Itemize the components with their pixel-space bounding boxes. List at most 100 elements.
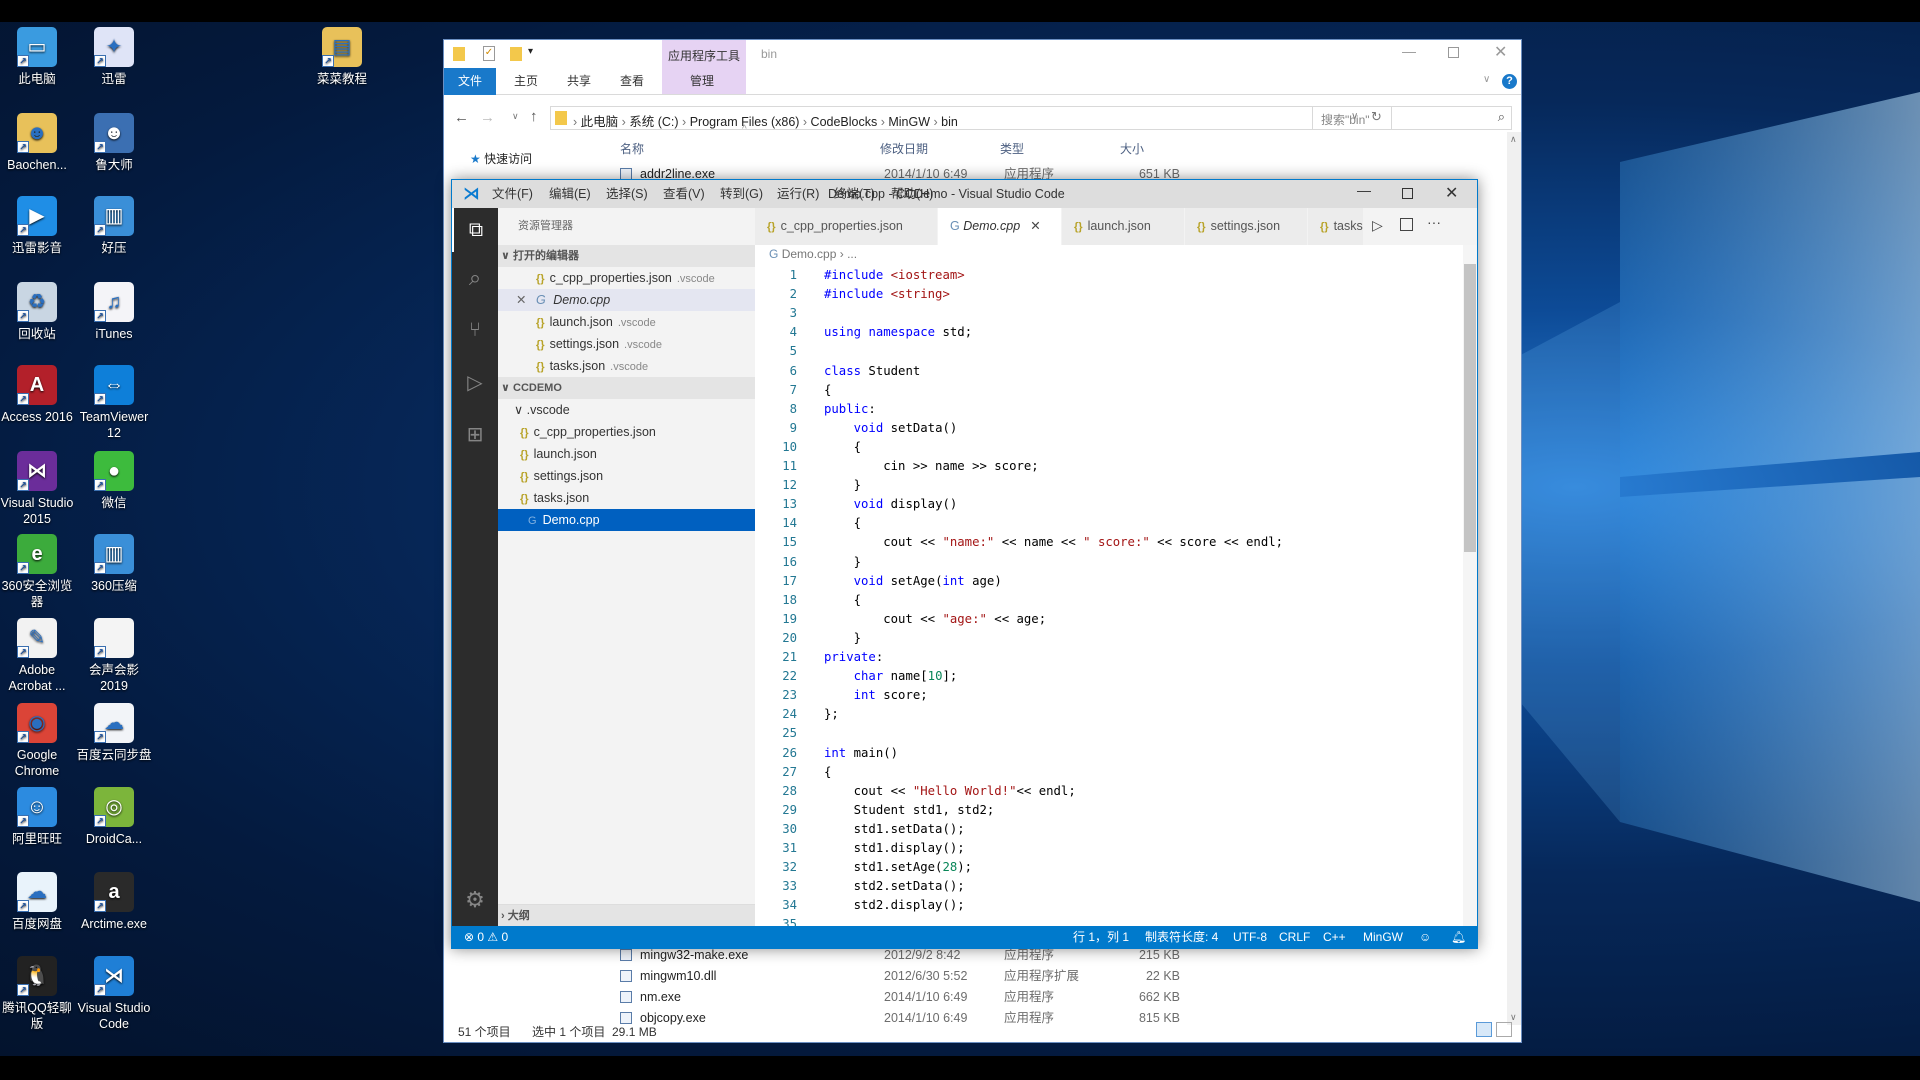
menu-item[interactable]: 文件(F) <box>492 180 533 208</box>
editor-breadcrumb[interactable]: G Demo.cpp › ... <box>769 247 857 261</box>
tab-file[interactable]: 文件 <box>444 68 497 95</box>
close-button[interactable]: ✕ <box>1494 42 1507 62</box>
breadcrumb-separator-icon[interactable]: › <box>679 115 690 129</box>
run-debug-icon[interactable]: ▷ <box>452 360 498 404</box>
tab-size[interactable]: 制表符长度: 4 <box>1145 926 1218 948</box>
tab-share[interactable]: 共享 <box>557 68 601 95</box>
back-button[interactable]: ← <box>454 109 469 126</box>
desktop-icon[interactable]: ◉ ↗ Google Chrome <box>0 703 76 779</box>
desktop-icon[interactable]: ♻ ↗ 回收站 <box>0 282 76 342</box>
minimize-button[interactable]: — <box>1402 43 1416 59</box>
col-name[interactable]: 名称 <box>620 140 644 157</box>
desktop-icon[interactable]: e ↗ 360安全浏览器 <box>0 534 76 610</box>
breadcrumb-segment[interactable]: MinGW <box>888 115 930 129</box>
desktop-icon[interactable]: ⋊ ↗ Visual Studio Code <box>75 956 153 1032</box>
folder-header[interactable]: ∨ CCDEMO <box>498 377 755 399</box>
problems-indicator[interactable]: ⊗ 0 ⚠ 0 <box>464 926 508 948</box>
col-size[interactable]: 大小 <box>1120 140 1144 157</box>
cursor-position[interactable]: 行 1，列 1 <box>1073 926 1129 948</box>
desktop-icon[interactable]: ☻ ↗ 鲁大师 <box>75 113 153 173</box>
large-icons-view-button[interactable] <box>1496 1022 1512 1037</box>
open-editor-item[interactable]: {} c_cpp_properties.json .vscode <box>498 267 755 289</box>
maximize-button[interactable] <box>1402 188 1413 199</box>
desktop-icon[interactable]: ⋈ ↗ Visual Studio 2015 <box>0 451 76 527</box>
desktop-icon[interactable]: ▭ ↗ 此电脑 <box>0 27 76 87</box>
col-date[interactable]: 修改日期 <box>880 140 928 157</box>
address-bar[interactable]: › 此电脑 › 系统 (C:) › Program Files (x86) › … <box>550 106 1392 130</box>
breadcrumb-file[interactable]: Demo.cpp <box>782 247 837 261</box>
run-button[interactable]: ▷ <box>1372 217 1383 234</box>
desktop-icon[interactable]: ● ↗ 微信 <box>75 451 153 511</box>
desktop-icon[interactable]: ▤ ↗ 菜菜教程 <box>303 27 381 87</box>
desktop-icon[interactable]: ✎ ↗ Adobe Acrobat ... <box>0 618 76 694</box>
minimize-button[interactable]: — <box>1357 182 1371 198</box>
outline-header[interactable]: › 大纲 <box>498 904 755 926</box>
tree-folder-vscode[interactable]: ∨ .vscode <box>498 399 755 421</box>
open-editors-header[interactable]: ∨ 打开的编辑器 <box>498 245 755 267</box>
close-tab-icon[interactable]: ✕ <box>1030 219 1040 233</box>
tree-file[interactable]: {} c_cpp_properties.json <box>498 421 755 443</box>
desktop-icon[interactable]: ☁ ↗ 百度云同步盘 <box>75 703 153 763</box>
recent-locations-icon[interactable]: ∨ <box>512 111 519 122</box>
tab-manage[interactable]: 管理 <box>680 68 724 95</box>
nav-quick-access[interactable]: ★ 快速访问 <box>470 150 532 167</box>
desktop-icon[interactable]: ▥ ↗ 360压缩 <box>75 534 153 594</box>
desktop-icon[interactable]: ✦ ↗ 迅雷 <box>75 27 153 87</box>
breadcrumb-segment[interactable]: CodeBlocks <box>811 115 878 129</box>
forward-button[interactable]: → <box>480 109 495 126</box>
maximize-button[interactable] <box>1448 47 1459 58</box>
code-editor[interactable]: G Demo.cpp › ... 1 #include <iostream> 2 #i… <box>755 245 1477 926</box>
quick-access-dropdown-icon[interactable]: ▾ <box>528 46 533 57</box>
col-type[interactable]: 类型 <box>1000 140 1024 157</box>
up-button[interactable]: ↑ <box>530 108 538 125</box>
desktop-icon[interactable]: ⇔ ↗ TeamViewer 12 <box>75 365 153 441</box>
scrollbar-thumb[interactable] <box>1464 264 1476 552</box>
tab-view[interactable]: 查看 <box>610 68 654 95</box>
compiler-config[interactable]: MinGW <box>1363 926 1403 948</box>
help-icon[interactable]: ? <box>1502 74 1517 89</box>
desktop-icon[interactable]: ▶ ↗ 迅雷影音 <box>0 196 76 256</box>
open-editor-item[interactable]: ✕ G Demo.cpp <box>498 289 755 311</box>
source-control-icon[interactable]: ⑂ <box>452 308 498 352</box>
feedback-icon[interactable]: ☺ <box>1419 926 1431 948</box>
close-editor-icon[interactable]: ✕ <box>516 289 526 311</box>
search-icon[interactable]: ⌕ <box>452 256 498 300</box>
tab-settings-json[interactable]: {} settings.json <box>1185 208 1308 245</box>
desktop-icon[interactable]: ☁ ↗ 百度网盘 <box>0 872 76 932</box>
tab-launch-json[interactable]: {} launch.json <box>1062 208 1185 245</box>
ribbon-expand-icon[interactable]: ∨ <box>1483 74 1490 85</box>
encoding[interactable]: UTF-8 <box>1233 926 1267 948</box>
breadcrumb-symbol[interactable]: ... <box>847 247 857 261</box>
line-ending[interactable]: CRLF <box>1279 926 1310 948</box>
desktop-icon[interactable]: ♫ ↗ iTunes <box>75 282 153 342</box>
editor-scrollbar[interactable] <box>1463 245 1477 926</box>
context-tab-label[interactable]: 应用程序工具 <box>668 47 740 64</box>
desktop-icon[interactable]: a ↗ Arctime.exe <box>75 872 153 932</box>
menu-item[interactable]: 运行(R) <box>777 180 819 208</box>
desktop-icon[interactable]: 🐧 ↗ 腾讯QQ轻聊版 <box>0 956 76 1032</box>
file-row[interactable]: objcopy.exe 2014/1/10 6:49 应用程序 815 KB <box>620 1008 1180 1028</box>
details-view-button[interactable] <box>1476 1022 1492 1037</box>
new-folder-icon[interactable] <box>510 47 522 61</box>
split-editor-button[interactable] <box>1400 218 1413 231</box>
menu-item[interactable]: 选择(S) <box>606 180 648 208</box>
breadcrumb-separator-icon[interactable]: › <box>930 115 941 129</box>
desktop-icon[interactable]: A ↗ Access 2016 <box>0 365 76 425</box>
breadcrumb-segment[interactable]: 此电脑 <box>581 115 619 129</box>
breadcrumb-separator-icon[interactable]: › <box>877 115 888 129</box>
breadcrumb-separator-icon[interactable]: › <box>799 115 810 129</box>
properties-icon[interactable]: ✓ <box>483 46 495 61</box>
file-row[interactable]: mingwm10.dll 2012/6/30 5:52 应用程序扩展 22 KB <box>620 966 1180 986</box>
explorer-scrollbar[interactable]: ∧ ∨ <box>1507 132 1521 1025</box>
tab-home[interactable]: 主页 <box>504 68 548 95</box>
menu-item[interactable]: 转到(G) <box>720 180 763 208</box>
language-mode[interactable]: C++ <box>1323 926 1346 948</box>
tab-tasks-json[interactable]: {} tasks.json <box>1308 208 1364 245</box>
desktop-icon[interactable]: ☺ ↗ 阿里旺旺 <box>0 787 76 847</box>
tab-demo-cpp[interactable]: G Demo.cpp ✕ <box>938 208 1062 245</box>
breadcrumb-segment[interactable]: 系统 (C:) <box>629 115 678 129</box>
search-input[interactable]: 搜索"bin" ⌕ <box>1312 106 1512 130</box>
file-row[interactable]: nm.exe 2014/1/10 6:49 应用程序 662 KB <box>620 987 1180 1007</box>
tree-file[interactable]: {} launch.json <box>498 443 755 465</box>
open-editor-item[interactable]: {} launch.json .vscode <box>498 311 755 333</box>
